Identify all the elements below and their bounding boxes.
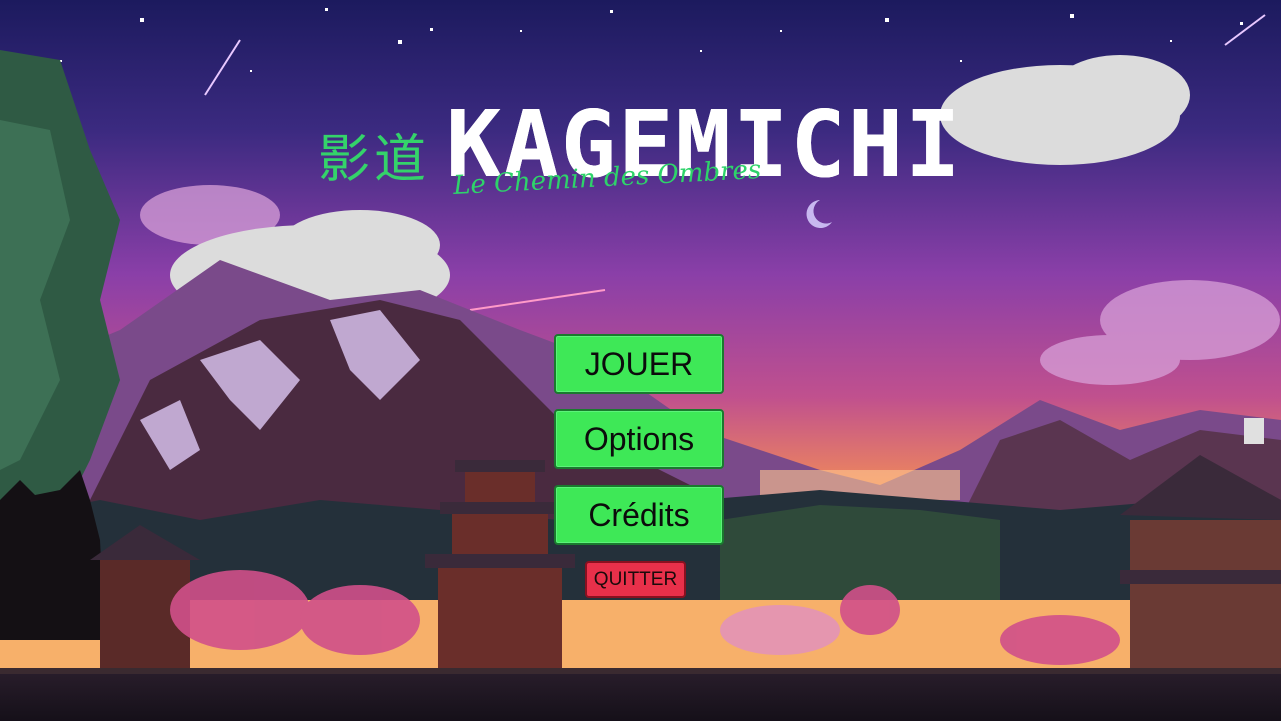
title-kanji: 影道 xyxy=(318,130,431,190)
ground xyxy=(0,668,1281,721)
credits-button[interactable]: Crédits xyxy=(554,485,724,545)
title-logo: 影道 KAGEMICHI Le Chemin des Ombres xyxy=(318,95,978,215)
quit-button[interactable]: QUITTER xyxy=(585,561,686,598)
options-button[interactable]: Options xyxy=(554,409,724,469)
play-button[interactable]: JOUER xyxy=(554,334,724,394)
